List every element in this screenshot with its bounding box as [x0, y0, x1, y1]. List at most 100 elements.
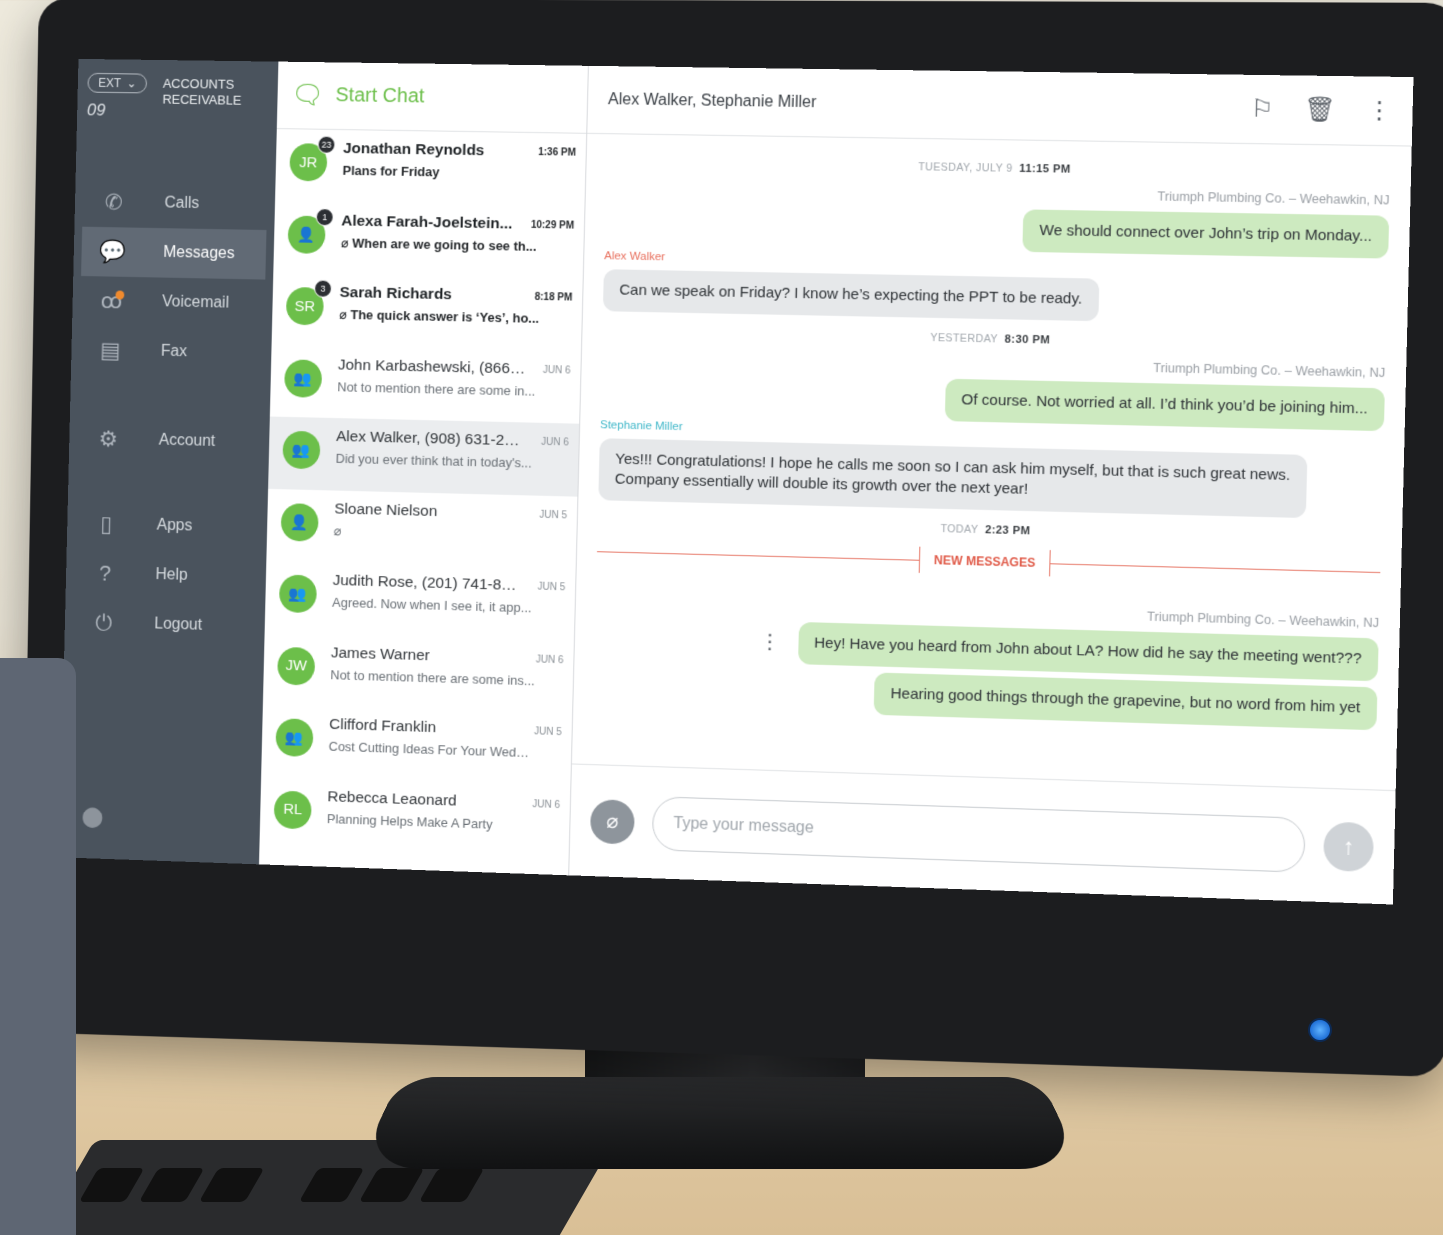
- chat-header: Alex Walker, Stephanie Miller ⚐ 🗑 ⋮: [587, 65, 1414, 147]
- conversation-time: JUN 6: [540, 436, 569, 449]
- unread-count-badge: 3: [313, 279, 333, 298]
- conversation-name: James Warner: [330, 643, 430, 664]
- sidebar-item-label: Voicemail: [161, 293, 230, 312]
- keyboard-key: [78, 1168, 145, 1202]
- department-name: ACCOUNTS RECEIVABLE: [161, 76, 242, 180]
- sidebar-item-voicemail[interactable]: ꝏ Voicemail: [72, 276, 273, 329]
- power-icon: ⏻: [95, 609, 113, 636]
- message-options-icon[interactable]: ⋮: [759, 631, 780, 654]
- app-screen: EXT ⌄ 09 ACCOUNTS RECEIVABLE ✆ Calls 💬 M…: [59, 58, 1414, 905]
- conversation-preview-row: ⌀ The quick answer is ‘Yes’, ho...: [339, 307, 547, 327]
- conversation-preview: Planning Helps Make A Party: [326, 810, 493, 832]
- conversation-item[interactable]: 👥 Clifford Franklin Cost Cutting Ideas F…: [261, 704, 572, 786]
- gear-icon: ⚙: [98, 426, 119, 452]
- trash-icon[interactable]: 🗑: [1304, 95, 1336, 125]
- conversation-name: Judith Rose, (201) 741-8035...: [332, 571, 521, 595]
- conversation-item[interactable]: 👤 1 Alexa Farah-Joelstein... ⌀ When are …: [273, 201, 584, 279]
- department-line2: RECEIVABLE: [162, 91, 242, 108]
- avatar-initials: JR: [299, 153, 318, 171]
- avatar: 👥: [275, 718, 314, 758]
- conversation-item[interactable]: JW James Warner Not to mention there are…: [263, 632, 574, 713]
- timestamp-day: YESTERDAY: [930, 331, 999, 346]
- new-messages-label: NEW MESSAGES: [918, 546, 1051, 577]
- avatar-initials: JW: [285, 656, 308, 675]
- conversation-item[interactable]: SR 3 Sarah Richards ⌀ The quick answer i…: [272, 273, 583, 351]
- message-input[interactable]: [651, 795, 1306, 873]
- chat-bubbles-icon: 💬: [99, 238, 127, 265]
- sidebar-item-label: Account: [158, 431, 216, 450]
- conversation-time: 1:36 PM: [538, 147, 576, 159]
- conversation-time: JUN 5: [537, 581, 566, 594]
- extension-label: EXT: [98, 75, 122, 91]
- extension-header: EXT ⌄ 09 ACCOUNTS RECEIVABLE: [76, 59, 279, 181]
- sidebar-item-apps[interactable]: ▯ Apps: [67, 499, 268, 554]
- unread-count-badge: 23: [317, 135, 336, 154]
- avatar: JW: [277, 646, 316, 686]
- send-button[interactable]: ↑: [1323, 820, 1375, 872]
- sidebar-item-fax[interactable]: ▤ Fax: [71, 325, 272, 379]
- attach-button[interactable]: ⌀: [589, 798, 635, 845]
- sidebar-item-label: Calls: [164, 194, 200, 212]
- keyboard-key: [298, 1168, 365, 1202]
- conversation-name: Jonathan Reynolds: [342, 140, 485, 160]
- extension-selector[interactable]: EXT ⌄: [87, 72, 148, 94]
- conversation-preview: The quick answer is ‘Yes’, ho...: [350, 307, 540, 326]
- timestamp-day: TUESDAY, JULY 9: [918, 161, 1013, 175]
- keyboard-key: [358, 1168, 425, 1202]
- chat-title: Alex Walker, Stephanie Miller: [607, 90, 817, 111]
- arrow-up-icon: ↑: [1342, 832, 1355, 859]
- conversation-name: Sarah Richards: [339, 284, 453, 304]
- sidebar-item-account[interactable]: ⚙ Account: [69, 414, 270, 468]
- timestamp-time: 11:15 PM: [1019, 162, 1071, 176]
- voicemail-icon: ꝏ: [100, 288, 123, 314]
- conversation-item[interactable]: JR 23 Jonathan Reynolds Plans for Friday…: [275, 129, 586, 206]
- sidebar-item-label: Messages: [163, 243, 235, 263]
- group-icon: 👥: [285, 729, 304, 747]
- help-icon: ?: [98, 560, 112, 586]
- conversation-name: Clifford Franklin: [328, 715, 437, 737]
- chevron-down-icon: ⌄: [126, 76, 137, 91]
- sidebar-item-calls[interactable]: ✆ Calls: [74, 177, 275, 230]
- conversation-item[interactable]: 👥 Judith Rose, (201) 741-8035... Agreed.…: [265, 560, 576, 641]
- timestamp-divider: YESTERDAY 8:30 PM: [602, 325, 1386, 353]
- start-chat-button[interactable]: 🗨 Start Chat: [276, 61, 588, 134]
- conversation-name: Sloane Nielson: [334, 499, 438, 520]
- monitor-stand-base: [356, 1076, 1084, 1170]
- sidebar-item-messages[interactable]: 💬 Messages: [81, 226, 267, 280]
- unread-count-badge: 1: [315, 207, 334, 226]
- sidebar-item-label: Logout: [154, 615, 203, 634]
- sidebar-item-logout[interactable]: ⏻ Logout: [64, 597, 265, 652]
- incoming-message[interactable]: Can we speak on Friday? I know he’s expe…: [602, 269, 1100, 322]
- conversation-name: John Karbashewski, (866)...: [337, 356, 526, 378]
- power-button[interactable]: [1308, 1018, 1332, 1042]
- avatar: 👤 1: [287, 207, 334, 254]
- outgoing-message[interactable]: Of course. Not worried at all. I’d think…: [944, 378, 1385, 432]
- conversation-time: 8:18 PM: [534, 291, 573, 304]
- mobile-device-icon: ▯: [99, 511, 113, 537]
- timestamp-day: TODAY: [940, 522, 979, 537]
- sidebar: EXT ⌄ 09 ACCOUNTS RECEIVABLE ✆ Calls 💬 M…: [59, 58, 279, 865]
- timestamp-divider: TUESDAY, JULY 9 11:15 PM: [606, 156, 1390, 181]
- sidebar-item-help[interactable]: ? Help: [66, 548, 267, 603]
- paperclip-icon: ⌀: [333, 522, 342, 538]
- timestamp-time: 8:30 PM: [1004, 333, 1051, 347]
- extension-number: 09: [86, 100, 106, 120]
- outgoing-message[interactable]: We should connect over John’s trip on Mo…: [1022, 209, 1390, 259]
- more-vertical-icon[interactable]: ⋮: [1366, 96, 1393, 126]
- avatar: 👥: [282, 430, 321, 470]
- incoming-message[interactable]: Yes!!! Congratulations! I hope he calls …: [598, 438, 1308, 519]
- conversation-time: JUN 6: [535, 653, 564, 666]
- location-pin-icon[interactable]: ⬤: [81, 804, 103, 829]
- outgoing-message[interactable]: Hearing good things through the grapevin…: [873, 672, 1378, 731]
- new-chat-icon: 🗨: [290, 79, 325, 110]
- conversation-time: JUN 6: [542, 364, 571, 377]
- conversation-item-selected[interactable]: 👥 Alex Walker, (908) 631-2045 Did you ev…: [268, 416, 580, 497]
- keyboard-key: [198, 1168, 265, 1202]
- avatar-initials: SR: [294, 297, 316, 315]
- flag-icon[interactable]: ⚐: [1250, 94, 1273, 124]
- conversation-item[interactable]: 👤 Sloane Nielson ⌀ JUN 5: [266, 488, 577, 568]
- conversation-item[interactable]: RL Rebecca Leaonard Planning Helps Make …: [259, 776, 570, 859]
- conversation-item[interactable]: 👥 John Karbashewski, (866)... Not to men…: [270, 345, 581, 424]
- avatar: 👥: [278, 574, 318, 614]
